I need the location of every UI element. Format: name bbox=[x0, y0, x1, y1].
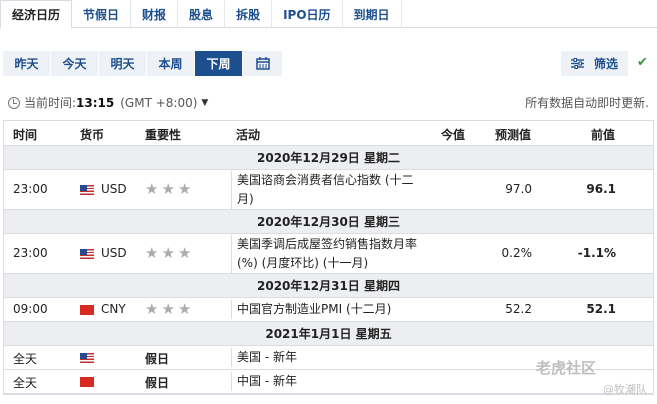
col-forecast: 预测值 bbox=[495, 128, 532, 142]
holiday-label: 假日 bbox=[145, 352, 170, 366]
event-name[interactable]: 美国谘商会消费者信心指数 (十二月) bbox=[231, 171, 421, 209]
event-previous: 96.1 bbox=[586, 182, 616, 196]
chevron-down-icon[interactable]: ▼ bbox=[201, 98, 208, 108]
tab-dividends[interactable]: 股息 bbox=[178, 0, 226, 28]
col-importance: 重要性 bbox=[145, 128, 182, 142]
tab-ipo-calendar[interactable]: IPO日历 bbox=[272, 0, 343, 28]
table-header: 时间 货币 重要性 活动 今值 预测值 前值 bbox=[4, 121, 653, 146]
event-forecast: 0.2% bbox=[501, 246, 533, 260]
current-time-value: 13:15 bbox=[76, 95, 115, 110]
us-flag-icon bbox=[80, 353, 94, 363]
event-currency: CNY bbox=[101, 302, 126, 316]
tab-earnings[interactable]: 财报 bbox=[131, 0, 179, 28]
tab-expiration[interactable]: 到期日 bbox=[343, 0, 402, 28]
col-event: 活动 bbox=[236, 128, 261, 142]
event-name[interactable]: 美国季调后成屋签约销售指数月率(%) (月度环比) (十一月) bbox=[231, 235, 421, 273]
event-forecast: 52.2 bbox=[505, 302, 532, 316]
timezone-selector[interactable]: (GMT +8:00) bbox=[120, 96, 197, 110]
date-row: 2021年1月1日 星期五 bbox=[4, 322, 653, 346]
watermark-handle: @牧潮队 bbox=[603, 383, 647, 396]
event-name[interactable]: 美国 - 新年 bbox=[231, 348, 421, 367]
event-previous: 52.1 bbox=[586, 302, 616, 316]
us-flag-icon bbox=[80, 185, 94, 195]
day-filter-bar: 昨天 今天 明天 本周 下周 bbox=[3, 51, 283, 76]
cn-flag-icon bbox=[80, 377, 94, 387]
current-time-bar: 当前时间: 13:15 (GMT +8:00) ▼ bbox=[8, 94, 208, 111]
yesterday-button[interactable]: 昨天 bbox=[3, 51, 51, 76]
filter-label: 筛选 bbox=[593, 57, 618, 71]
calendar-picker-button[interactable] bbox=[243, 51, 283, 76]
date-row: 2020年12月29日 星期二 bbox=[4, 146, 653, 170]
event-time: 09:00 bbox=[13, 302, 48, 316]
us-flag-icon bbox=[80, 249, 94, 259]
event-previous: -1.1% bbox=[577, 246, 616, 260]
next-week-button[interactable]: 下周 bbox=[195, 51, 243, 76]
importance-stars-icon: ★★★ bbox=[145, 244, 195, 262]
event-currency: USD bbox=[101, 182, 127, 196]
date-row: 2020年12月30日 星期三 bbox=[4, 210, 653, 234]
table-row[interactable]: 23:00 USD ★★★ 美国季调后成屋签约销售指数月率(%) (月度环比) … bbox=[4, 234, 653, 274]
col-currency: 货币 bbox=[80, 128, 105, 142]
event-forecast: 97.0 bbox=[505, 182, 532, 196]
event-time: 全天 bbox=[13, 352, 38, 366]
cn-flag-icon bbox=[80, 305, 94, 315]
tab-holidays[interactable]: 节假日 bbox=[72, 0, 132, 28]
event-time: 23:00 bbox=[13, 246, 48, 260]
col-time: 时间 bbox=[13, 128, 38, 142]
date-row: 2020年12月31日 星期四 bbox=[4, 274, 653, 298]
economic-calendar-table: 时间 货币 重要性 活动 今值 预测值 前值 2020年12月29日 星期二 2… bbox=[3, 120, 654, 395]
holiday-label: 假日 bbox=[145, 376, 170, 390]
event-name[interactable]: 中国官方制造业PMI (十二月) bbox=[231, 300, 471, 319]
clock-icon bbox=[8, 96, 20, 109]
filter-button[interactable]: 筛选 bbox=[561, 51, 628, 76]
current-time-prefix: 当前时间: bbox=[24, 96, 77, 110]
col-actual: 今值 bbox=[441, 128, 466, 142]
importance-stars-icon: ★★★ bbox=[145, 180, 195, 198]
watermark-logo: 老虎社区 bbox=[536, 359, 597, 377]
tab-economic-calendar[interactable]: 经济日历 bbox=[0, 0, 73, 29]
event-time: 23:00 bbox=[13, 182, 48, 196]
sliders-icon bbox=[570, 58, 584, 69]
auto-update-note: 所有数据自动即时更新. bbox=[525, 96, 649, 110]
check-icon: ✔ bbox=[637, 55, 648, 70]
this-week-button[interactable]: 本周 bbox=[147, 51, 195, 76]
calendar-tabs: 经济日历 节假日 财报 股息 拆股 IPO日历 到期日 bbox=[0, 0, 657, 29]
table-row[interactable]: 23:00 USD ★★★ 美国谘商会消费者信心指数 (十二月) 97.0 96… bbox=[4, 170, 653, 210]
event-currency: USD bbox=[101, 246, 127, 260]
tab-splits[interactable]: 拆股 bbox=[225, 0, 273, 28]
tomorrow-button[interactable]: 明天 bbox=[99, 51, 147, 76]
today-button[interactable]: 今天 bbox=[51, 51, 99, 76]
table-row[interactable]: 09:00 CNY ★★★ 中国官方制造业PMI (十二月) 52.2 52.1 bbox=[4, 298, 653, 322]
calendar-icon bbox=[255, 57, 270, 70]
event-name[interactable]: 中国 - 新年 bbox=[231, 372, 421, 391]
col-previous: 前值 bbox=[591, 128, 616, 142]
event-time: 全天 bbox=[13, 376, 38, 390]
importance-stars-icon: ★★★ bbox=[145, 300, 195, 318]
